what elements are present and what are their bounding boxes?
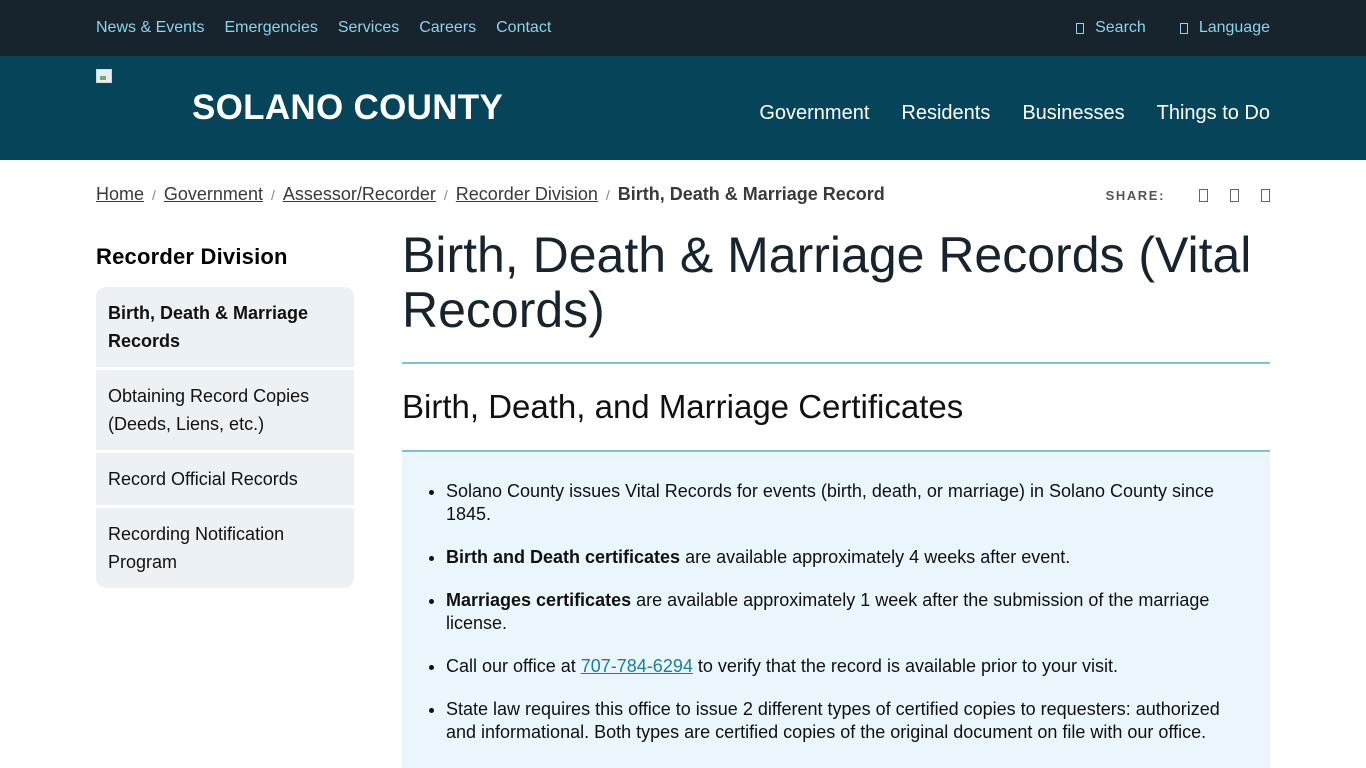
page-title: Birth, Death & Marriage Records (Vital R…: [402, 227, 1252, 338]
email-icon[interactable]: [1261, 189, 1270, 202]
sidebar-title: Recorder Division: [96, 244, 288, 269]
bullet-text: are available approximately 4 weeks afte…: [680, 547, 1071, 567]
breadcrumb-recorder-division[interactable]: Recorder Division: [456, 184, 598, 205]
breadcrumb: Home / Government / Assessor/Recorder / …: [96, 184, 885, 205]
facebook-icon[interactable]: [1199, 189, 1208, 202]
county-logo[interactable]: [96, 69, 112, 85]
sidebar-item-record-official-records[interactable]: Record Official Records: [96, 453, 354, 505]
breadcrumb-home[interactable]: Home: [96, 184, 144, 205]
bullet-text: Solano County issues Vital Records for e…: [446, 481, 1215, 524]
sidebar-item-recording-notification[interactable]: Recording Notification Program: [96, 508, 354, 588]
nav-businesses[interactable]: Businesses: [1022, 102, 1124, 125]
site-name[interactable]: SOLANO COUNTY: [192, 88, 503, 128]
utility-link-careers[interactable]: Careers: [419, 19, 476, 37]
search-button[interactable]: Search: [1076, 19, 1146, 37]
breadcrumb-separator: /: [152, 186, 156, 203]
utility-nav: News & Events Emergencies Services Caree…: [96, 0, 571, 56]
breadcrumb-separator: /: [605, 186, 610, 203]
breadcrumb-current: Birth, Death & Marriage Record: [617, 184, 885, 204]
list-item: Solano County issues Vital Records for e…: [446, 480, 1226, 526]
breadcrumb-separator: /: [270, 186, 275, 203]
search-label: Search: [1095, 19, 1146, 36]
language-button[interactable]: Language: [1179, 19, 1270, 37]
main-content: Birth, Death & Marriage Records (Vital R…: [402, 228, 1270, 768]
main-nav: Government Residents Businesses Things t…: [727, 102, 1270, 125]
nav-residents[interactable]: Residents: [901, 102, 990, 125]
globe-icon: [1179, 22, 1188, 34]
list-item: Marriages certificates are available app…: [446, 589, 1226, 635]
share-label: SHARE:: [1105, 188, 1165, 203]
info-box: Solano County issues Vital Records for e…: [402, 452, 1270, 768]
main-header: SOLANO COUNTY Government Residents Busin…: [0, 56, 1366, 160]
bullet-text: to verify that the record is available p…: [692, 656, 1119, 676]
utility-link-services[interactable]: Services: [338, 19, 399, 37]
list-item: Call our office at 707-784-6294 to verif…: [446, 655, 1226, 678]
search-icon: [1076, 22, 1085, 34]
utility-link-contact[interactable]: Contact: [496, 19, 551, 37]
info-list: Solano County issues Vital Records for e…: [446, 480, 1226, 744]
nav-things-to-do[interactable]: Things to Do: [1157, 102, 1270, 125]
sidebar: Recorder Division Birth, Death & Marriag…: [96, 244, 354, 588]
bullet-text: State law requires this office to issue …: [446, 699, 1220, 742]
sidebar-item-obtaining-record-copies[interactable]: Obtaining Record Copies (Deeds, Liens, e…: [96, 370, 354, 450]
list-item: Birth and Death certificates are availab…: [446, 546, 1226, 569]
breadcrumb-separator: /: [443, 186, 448, 203]
language-label: Language: [1198, 19, 1270, 36]
breadcrumb-government[interactable]: Government: [164, 184, 263, 205]
sidebar-menu: Birth, Death & Marriage Records Obtainin…: [96, 287, 354, 588]
broken-image-icon: [96, 69, 112, 83]
list-item: State law requires this office to issue …: [446, 698, 1226, 744]
phone-link[interactable]: 707-784-6294: [581, 656, 693, 676]
utility-link-emergencies[interactable]: Emergencies: [224, 19, 317, 37]
breadcrumb-assessor-recorder[interactable]: Assessor/Recorder: [283, 184, 436, 205]
share-bar: SHARE:: [1106, 188, 1270, 203]
divider: [402, 362, 1270, 364]
sidebar-item-birth-death-marriage[interactable]: Birth, Death & Marriage Records: [96, 287, 354, 367]
utility-link-news-events[interactable]: News & Events: [96, 19, 204, 37]
utility-actions: Search Language: [1042, 0, 1270, 56]
twitter-icon[interactable]: [1230, 189, 1239, 202]
utility-bar: News & Events Emergencies Services Caree…: [0, 0, 1366, 56]
section-heading: Birth, Death, and Marriage Certificates: [402, 388, 964, 425]
bullet-bold: Birth and Death certificates: [446, 547, 681, 567]
bullet-bold: Marriages certificates: [446, 590, 632, 610]
bullet-text: Call our office at: [446, 656, 581, 676]
nav-government[interactable]: Government: [759, 102, 869, 125]
